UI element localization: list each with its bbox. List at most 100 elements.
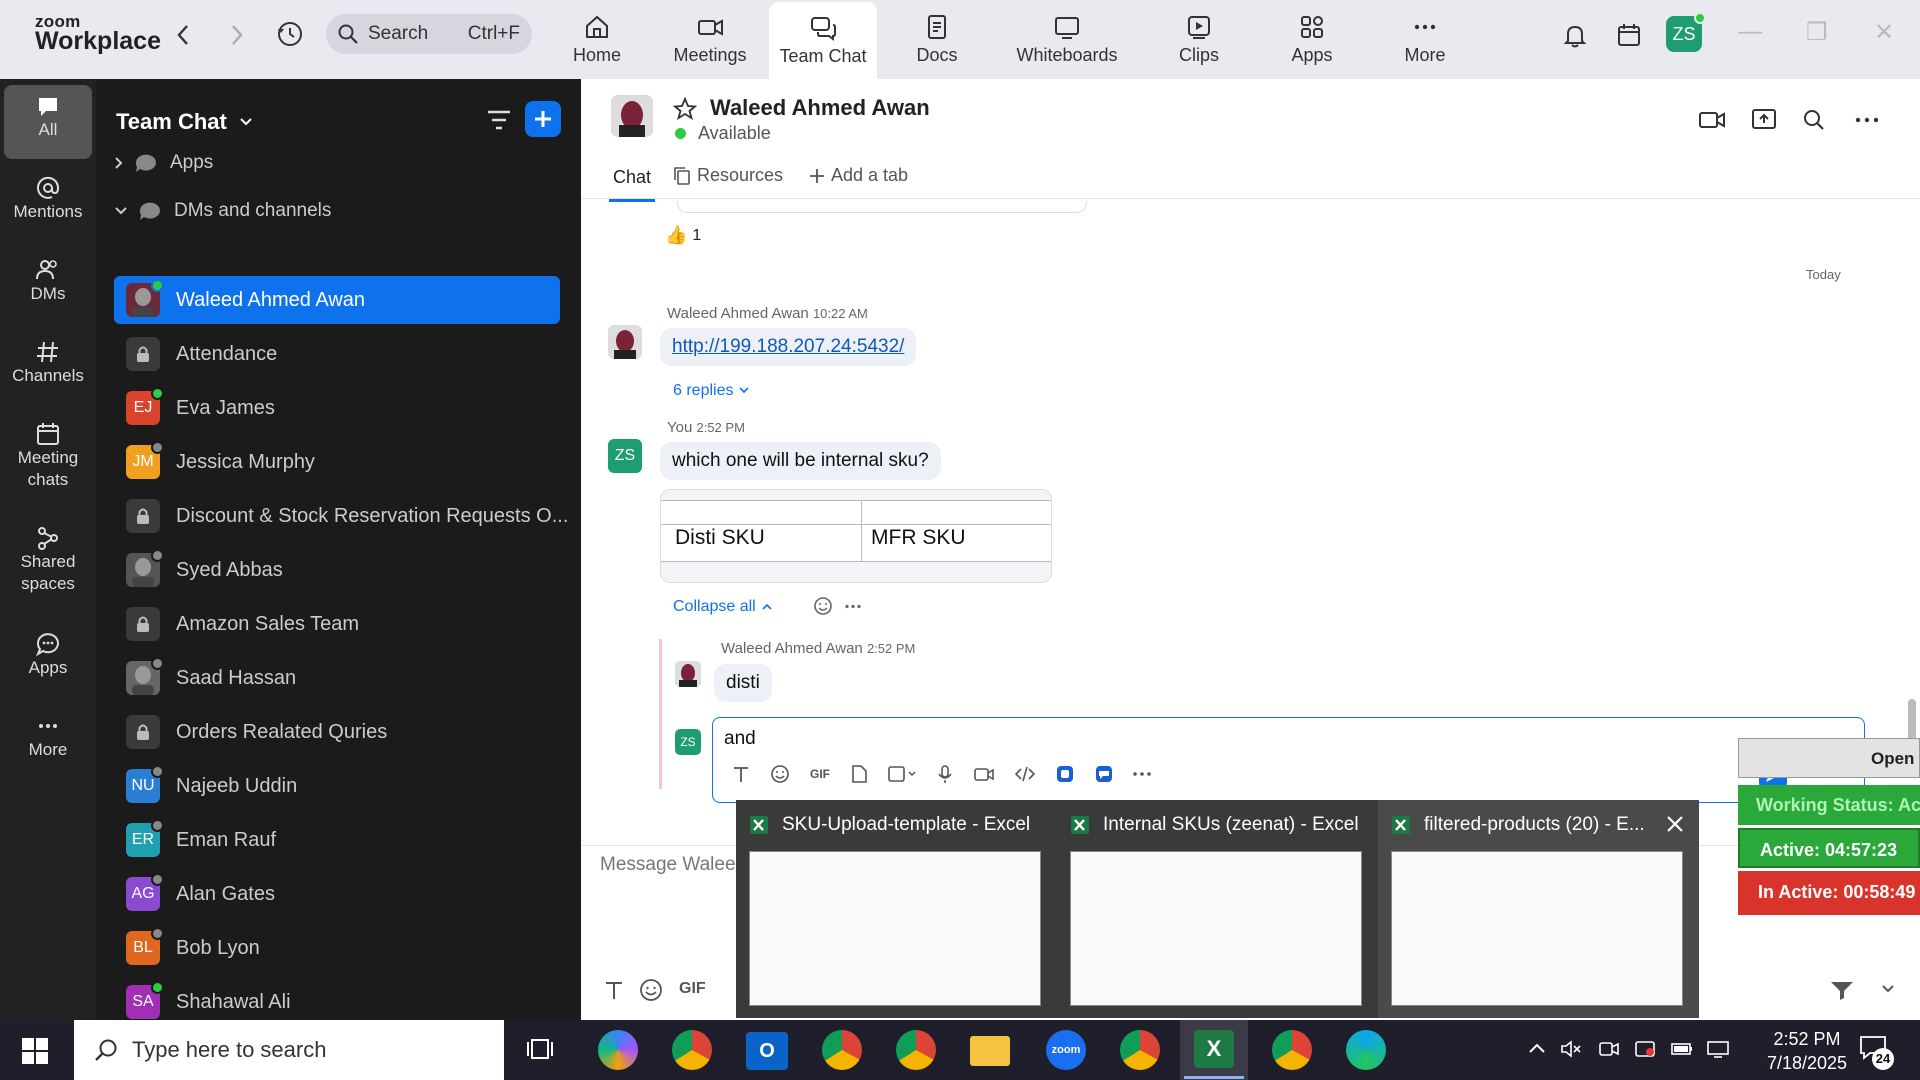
app-icon-zoom-chat[interactable] <box>1094 764 1114 784</box>
conversation-item[interactable]: Saad Hassan <box>114 654 560 702</box>
rail-apps[interactable]: Apps <box>4 631 92 679</box>
collapse-all-button[interactable]: Collapse all <box>673 598 772 616</box>
dms-section-header[interactable]: DMs and channels <box>114 191 560 231</box>
file-icon[interactable] <box>850 764 868 784</box>
close-window-button[interactable]: ✕ <box>1874 18 1894 47</box>
tab-more[interactable]: More <box>1370 0 1480 79</box>
message-link[interactable]: http://199.188.207.24:5432/ <box>660 328 917 366</box>
rail-meeting-chats[interactable]: Meeting chats <box>4 421 92 491</box>
conversation-item[interactable]: NU Najeeb Uddin <box>114 762 560 810</box>
user-avatar[interactable]: ZS <box>1666 12 1706 52</box>
filter-icon[interactable] <box>486 109 512 131</box>
tab-resources[interactable]: Resources <box>673 165 783 186</box>
close-preview-icon[interactable] <box>1665 814 1685 834</box>
tab-clips[interactable]: Clips <box>1144 0 1254 79</box>
notification-center-icon[interactable]: 24 <box>1858 1034 1894 1070</box>
show-hidden-icons[interactable] <box>1528 1042 1546 1054</box>
zoom-taskbar-icon[interactable]: zoom <box>1046 1030 1086 1070</box>
edge-icon[interactable] <box>1346 1030 1386 1070</box>
rail-mentions[interactable]: Mentions <box>4 175 92 223</box>
rail-more[interactable]: More <box>4 713 92 761</box>
more-tools-icon[interactable] <box>1133 771 1151 777</box>
conversation-item[interactable]: Amazon Sales Team <box>114 600 560 648</box>
conversation-item[interactable]: ER Eman Rauf <box>114 816 560 864</box>
outlook-icon[interactable]: O <box>746 1032 788 1070</box>
open-label[interactable]: Open <box>1871 749 1914 769</box>
tab-apps[interactable]: Apps <box>1257 0 1367 79</box>
calendar-icon[interactable] <box>1614 20 1644 50</box>
chrome-icon[interactable] <box>672 1030 712 1070</box>
sender-avatar[interactable] <box>608 325 642 359</box>
message-more-icon[interactable] <box>845 604 861 609</box>
restore-window-button[interactable]: ❐ <box>1806 18 1828 47</box>
rail-channels[interactable]: Channels <box>4 339 92 387</box>
apps-section-header[interactable]: Apps <box>114 143 560 183</box>
meet-now-icon[interactable] <box>1598 1040 1620 1058</box>
taskbar-clock[interactable]: 2:52 PM 7/18/2025 <box>1752 1027 1862 1075</box>
microphone-icon[interactable] <box>936 764 954 784</box>
rail-shared-spaces[interactable]: Shared spaces <box>4 525 92 595</box>
video-message-icon[interactable] <box>973 764 995 784</box>
gif-icon[interactable]: GIF <box>809 766 831 782</box>
conversation-item[interactable]: BL Bob Lyon <box>114 924 560 972</box>
text-format-icon[interactable] <box>603 979 625 1001</box>
video-call-icon[interactable] <box>1698 109 1726 131</box>
excel-taskbar-active[interactable]: X <box>1180 1020 1248 1080</box>
back-arrow-icon[interactable] <box>170 20 196 50</box>
contact-avatar[interactable] <box>611 95 653 137</box>
conversation-item[interactable]: AG Alan Gates <box>114 870 560 918</box>
sidebar-title[interactable]: Team Chat <box>116 109 253 135</box>
tab-team-chat[interactable]: Team Chat <box>769 2 877 79</box>
tab-docs[interactable]: Docs <box>882 0 992 79</box>
more-options-icon[interactable] <box>1855 117 1879 123</box>
tab-whiteboards[interactable]: Whiteboards <box>1012 0 1122 79</box>
bell-icon[interactable] <box>1560 20 1590 50</box>
conversation-item[interactable]: Waleed Ahmed Awan <box>114 276 560 324</box>
conversation-item[interactable]: Syed Abbas <box>114 546 560 594</box>
chevron-down-icon[interactable] <box>1881 984 1895 994</box>
replies-toggle[interactable]: 6 replies <box>673 382 750 400</box>
tab-chat[interactable]: Chat <box>609 167 655 202</box>
chrome-profile-icon[interactable] <box>896 1030 936 1070</box>
app-icon-blue[interactable] <box>1055 764 1075 784</box>
table-image-attachment[interactable]: Disti SKU MFR SKU <box>660 489 1052 583</box>
chrome-profile-icon[interactable] <box>822 1030 862 1070</box>
forward-arrow-icon[interactable] <box>224 20 250 50</box>
new-chat-button[interactable] <box>525 101 561 137</box>
text-format-icon[interactable] <box>731 764 751 784</box>
tab-meetings[interactable]: Meetings <box>655 0 765 79</box>
screenshot-icon[interactable] <box>887 764 917 784</box>
filter-format-icon[interactable] <box>1829 979 1855 1001</box>
thumbnail-filtered-products[interactable]: filtered-products (20) - E... <box>1378 800 1699 1018</box>
thumbnail-internal-skus[interactable]: Internal SKUs (zeenat) - Excel <box>1057 800 1378 1018</box>
tab-home[interactable]: Home <box>542 0 652 79</box>
reaction-thumbs-up[interactable]: 👍 1 <box>665 225 701 246</box>
windows-start-icon[interactable] <box>22 1038 48 1064</box>
search-box[interactable]: Search Ctrl+F <box>326 14 532 54</box>
emoji-icon[interactable] <box>639 978 663 1002</box>
tab-add[interactable]: Add a tab <box>809 165 908 186</box>
reply-input-box[interactable]: and GIF <box>712 717 1865 803</box>
taskbar-search[interactable]: Type here to search <box>74 1020 504 1080</box>
screen-record-icon[interactable] <box>1634 1040 1656 1058</box>
conversation-item[interactable]: SA Shahawal Ali <box>114 978 560 1026</box>
conversation-item[interactable]: Discount & Stock Reservation Requests O.… <box>114 492 568 540</box>
share-screen-icon[interactable] <box>1751 107 1777 131</box>
history-icon[interactable] <box>274 18 306 50</box>
star-icon[interactable] <box>673 97 697 121</box>
code-snippet-icon[interactable] <box>1014 764 1036 784</box>
minimize-window-button[interactable]: — <box>1738 18 1762 46</box>
working-status-header[interactable]: Open <box>1738 738 1920 778</box>
composer-input[interactable]: Message Waleed <box>600 854 746 876</box>
conversation-item[interactable]: Orders Realated Quries <box>114 708 560 756</box>
conversation-item[interactable]: JM Jessica Murphy <box>114 438 560 486</box>
thumbnail-sku-upload-template[interactable]: SKU-Upload-template - Excel <box>736 800 1057 1018</box>
add-reaction-icon[interactable] <box>813 596 833 616</box>
emoji-icon[interactable] <box>770 764 790 784</box>
chrome-profile-icon[interactable] <box>1272 1030 1312 1070</box>
rail-dms[interactable]: DMs <box>4 257 92 305</box>
reply-input-text[interactable]: and <box>724 728 756 750</box>
reply-sender-avatar[interactable] <box>675 661 701 687</box>
copilot-icon[interactable] <box>598 1030 638 1070</box>
gif-icon[interactable]: GIF <box>679 980 706 998</box>
